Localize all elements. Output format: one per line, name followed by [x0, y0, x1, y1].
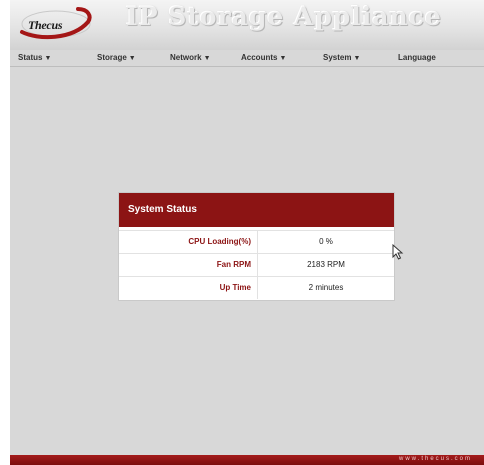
logo-text: Thecus — [28, 18, 63, 32]
mouse-cursor-icon — [392, 244, 404, 260]
footer-url[interactable]: www.thecus.com — [399, 456, 472, 462]
nav-item-label: System — [323, 53, 352, 62]
nav-item-label: Status — [18, 53, 43, 62]
status-label: CPU Loading(%) — [188, 237, 251, 246]
panel-header: System Status — [119, 193, 394, 227]
chevron-down-icon: ▼ — [279, 55, 287, 62]
nav-divider — [10, 66, 484, 67]
thecus-logo: Thecus — [18, 6, 96, 40]
panel-title: System Status — [128, 204, 197, 215]
system-status-panel: System Status CPU Loading(%) 0 % Fan RPM… — [118, 192, 395, 301]
app-title: IP Storage Appliance — [126, 2, 442, 31]
nav-item-label: Accounts — [241, 53, 278, 62]
app-frame: Thecus IP Storage Appliance Status ▼ Stor… — [10, 0, 484, 465]
main-nav: Status ▼ Storage ▼ Network ▼ Accounts ▼ Syst… — [10, 51, 484, 65]
nav-item-label: Language — [398, 53, 436, 62]
nav-item-system[interactable]: System ▼ — [323, 53, 360, 62]
status-value: 2183 RPM — [307, 260, 345, 269]
chevron-down-icon: ▼ — [128, 55, 136, 62]
chevron-down-icon: ▼ — [203, 55, 211, 62]
status-value: 2 minutes — [308, 283, 344, 292]
chevron-down-icon: ▼ — [44, 55, 52, 62]
nav-item-storage[interactable]: Storage ▼ — [97, 53, 136, 62]
status-label: Up Time — [219, 283, 251, 292]
header: Thecus IP Storage Appliance — [10, 0, 484, 50]
footer-bar: www.thecus.com — [10, 455, 484, 465]
nav-item-status[interactable]: Status ▼ — [18, 53, 51, 62]
status-row-uptime: Up Time 2 minutes — [119, 276, 394, 299]
nav-item-network[interactable]: Network ▼ — [170, 53, 211, 62]
status-label: Fan RPM — [216, 260, 251, 269]
status-row-cpu: CPU Loading(%) 0 % — [119, 230, 394, 253]
nav-item-accounts[interactable]: Accounts ▼ — [241, 53, 286, 62]
nav-item-language[interactable]: Language — [398, 53, 436, 62]
status-value: 0 % — [319, 237, 333, 246]
nav-item-label: Network — [170, 53, 202, 62]
nav-item-label: Storage — [97, 53, 127, 62]
chevron-down-icon: ▼ — [353, 55, 361, 62]
status-row-fan: Fan RPM 2183 RPM — [119, 253, 394, 276]
